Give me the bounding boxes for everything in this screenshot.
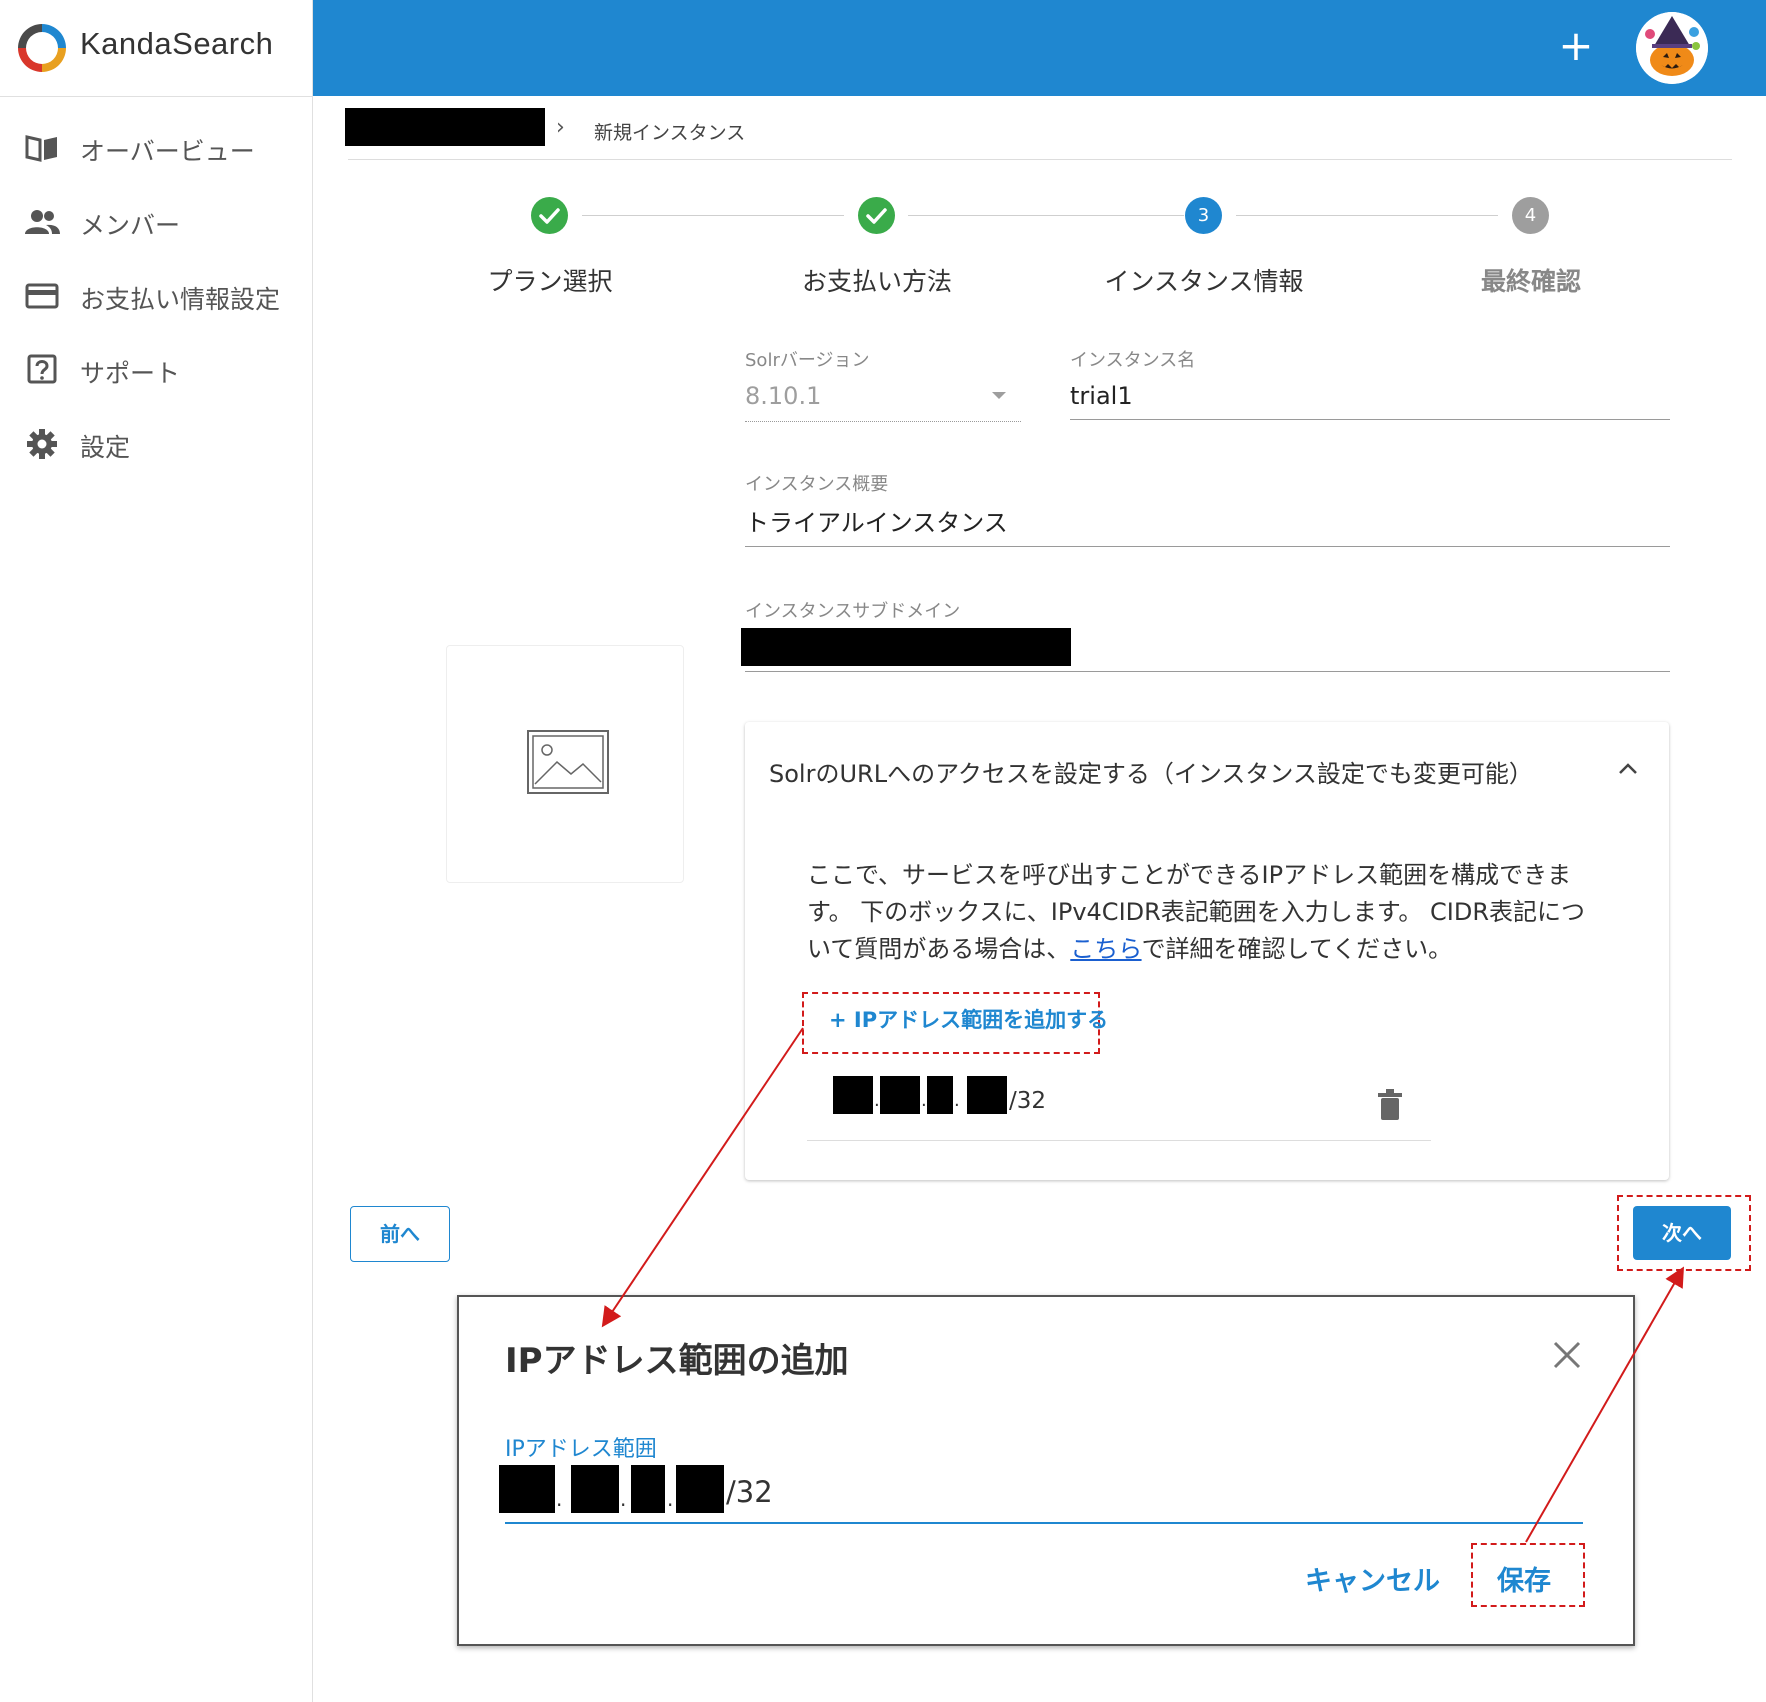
ip-dot: . — [620, 1487, 627, 1511]
ip-dot: . — [874, 1090, 880, 1111]
instance-name-value: trial1 — [1070, 382, 1133, 410]
sidebar-item-label: オーバービュー — [80, 137, 255, 166]
instance-subdomain-underline — [745, 671, 1670, 672]
instance-image-upload[interactable] — [446, 645, 684, 883]
sidebar-item-members[interactable]: メンバー — [0, 192, 312, 252]
sidebar: KandaSearch オーバービュー メンバー お支払い情報設定 サポート 設… — [0, 0, 313, 1702]
step-label-instance-info: インスタンス情報 — [1104, 267, 1304, 296]
pumpkin-avatar-icon — [1636, 12, 1708, 84]
instance-summary-underline — [745, 546, 1670, 547]
trash-icon[interactable] — [1375, 1088, 1405, 1122]
dialog-title: IPアドレス範囲の追加 — [505, 1341, 849, 1381]
step-3-number: 3 — [1185, 197, 1222, 234]
sidebar-item-support[interactable]: サポート — [0, 340, 312, 400]
ip-octet-redacted — [676, 1465, 724, 1513]
step-label-payment: お支払い方法 — [801, 267, 952, 296]
credit-card-icon — [25, 283, 59, 309]
description-text-end: で詳細を確認してください。 — [1141, 935, 1453, 963]
instance-summary-value: トライアルインスタンス — [745, 509, 1008, 537]
solr-version-value: 8.10.1 — [745, 382, 822, 410]
breadcrumb-current: 新規インスタンス — [594, 122, 746, 144]
breadcrumb-divider — [348, 159, 1732, 160]
sidebar-item-label: 設定 — [80, 433, 131, 462]
step-connector — [1236, 215, 1498, 216]
step-label-plan: プラン選択 — [487, 267, 613, 296]
ip-octet-redacted — [967, 1076, 1007, 1114]
app-name: KandaSearch — [80, 26, 274, 61]
breadcrumb-separator: › — [556, 115, 565, 140]
avatar[interactable] — [1636, 12, 1708, 84]
step-1-check-icon — [531, 197, 568, 234]
sidebar-item-billing[interactable]: お支払い情報設定 — [0, 266, 312, 326]
save-button[interactable]: 保存 — [1497, 1559, 1551, 1598]
instance-name-underline — [1070, 419, 1670, 420]
ip-octet-redacted — [631, 1465, 665, 1513]
image-placeholder-icon — [527, 730, 609, 794]
ip-octet-redacted — [833, 1076, 873, 1114]
ip-octet-redacted — [499, 1465, 555, 1513]
book-icon — [25, 135, 57, 162]
instance-subdomain-redacted — [741, 628, 1071, 666]
ip-dot: . — [954, 1090, 960, 1111]
dropdown-arrow-icon — [992, 392, 1006, 399]
sidebar-item-label: お支払い情報設定 — [80, 285, 281, 314]
step-connector — [908, 215, 1184, 216]
solr-access-panel: SolrのURLへのアクセスを設定する（インスタンス設定でも変更可能） ここで、… — [745, 722, 1669, 1180]
add-ip-range-button[interactable]: + IPアドレス範囲を追加する — [829, 1004, 1108, 1034]
step-2-check-icon — [858, 197, 895, 234]
ip-dot: . — [667, 1487, 674, 1511]
instance-summary-label: インスタンス概要 — [745, 474, 889, 495]
step-connector — [582, 215, 844, 216]
step-4-number: 4 — [1512, 197, 1549, 234]
ip-dot: . — [556, 1487, 563, 1511]
panel-description: ここで、サービスを呼び出すことができるIPアドレス範囲を構成できます。 下のボッ… — [807, 857, 1607, 968]
close-icon[interactable] — [1549, 1337, 1585, 1373]
ip-range-underline — [505, 1522, 1583, 1524]
gear-icon — [27, 429, 57, 459]
kandasearch-logo-icon — [18, 24, 66, 72]
add-ip-range-dialog: IPアドレス範囲の追加 IPアドレス範囲 . . . /32 キャンセル 保存 — [457, 1295, 1635, 1646]
add-button[interactable]: + — [1556, 24, 1596, 68]
panel-title[interactable]: SolrのURLへのアクセスを設定する（インスタンス設定でも変更可能） — [769, 754, 1533, 789]
sidebar-item-label: メンバー — [80, 211, 181, 240]
sidebar-item-label: サポート — [80, 359, 181, 388]
people-icon — [25, 210, 60, 234]
instance-subdomain-label: インスタンスサブドメイン — [745, 601, 961, 622]
ip-row-divider — [807, 1140, 1431, 1141]
cancel-button[interactable]: キャンセル — [1305, 1559, 1440, 1598]
solr-version-label: Solrバージョン — [745, 350, 870, 371]
next-button[interactable]: 次へ — [1633, 1206, 1731, 1260]
solr-version-underline — [745, 420, 1021, 422]
cidr-help-link[interactable]: こちら — [1070, 935, 1141, 963]
ip-dot: . — [921, 1090, 927, 1111]
ip-octet-redacted — [927, 1076, 953, 1114]
logo-row[interactable]: KandaSearch — [0, 0, 312, 97]
prev-button[interactable]: 前へ — [350, 1206, 450, 1262]
ip-octet-redacted — [571, 1465, 619, 1513]
ip-range-field-label: IPアドレス範囲 — [505, 1437, 657, 1462]
sidebar-item-settings[interactable]: 設定 — [0, 414, 312, 474]
step-label-final-confirm: 最終確認 — [1480, 267, 1581, 296]
help-icon — [27, 354, 57, 384]
ip-octet-redacted — [880, 1076, 920, 1114]
ip-suffix: /32 — [726, 1475, 773, 1509]
top-app-bar — [313, 0, 1766, 96]
instance-name-label: インスタンス名 — [1070, 350, 1196, 371]
breadcrumb-redacted-project[interactable] — [345, 108, 545, 146]
ip-suffix: /32 — [1009, 1088, 1047, 1114]
sidebar-item-overview[interactable]: オーバービュー — [0, 118, 312, 178]
chevron-up-icon[interactable] — [1615, 756, 1641, 782]
